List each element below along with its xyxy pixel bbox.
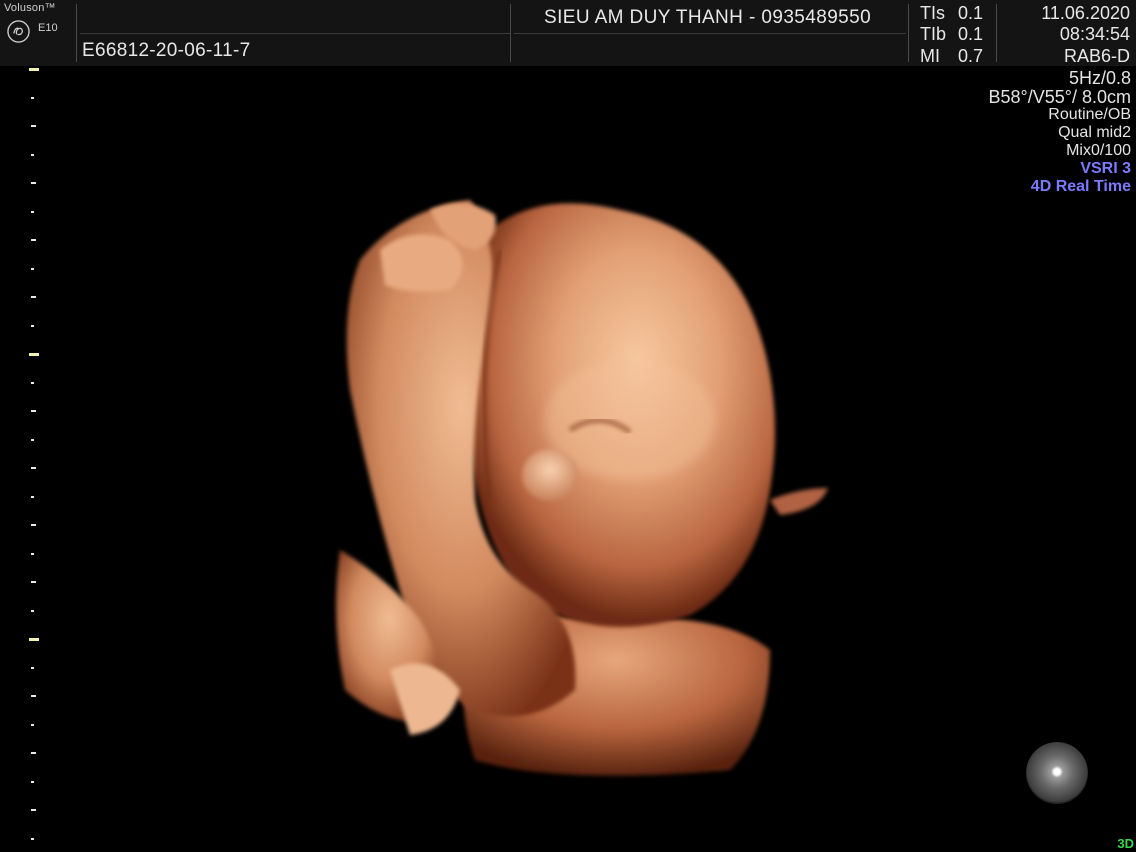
ruler-tick	[31, 524, 36, 526]
ruler-tick	[31, 125, 36, 127]
ruler-tick	[31, 296, 36, 298]
exam-date: 11.06.2020	[1041, 3, 1130, 23]
frequency-readout: 5Hz/0.8	[1068, 68, 1131, 88]
quality-readout: Qual mid2	[1058, 124, 1131, 141]
ruler-tick	[31, 723, 34, 726]
ruler-tick	[29, 353, 39, 356]
index-label-mi: MI	[920, 46, 940, 66]
mode-readout: 4D Real Time	[1030, 178, 1131, 195]
header-divider	[76, 4, 77, 62]
ruler-tick	[31, 267, 34, 270]
exam-time: 08:34:54	[1059, 24, 1130, 44]
ruler-tick	[31, 153, 34, 156]
ruler-tick	[31, 695, 36, 697]
ruler-tick	[29, 68, 39, 71]
mix-readout: Mix0/100	[1066, 142, 1131, 159]
vsri-readout: VSRI 3	[1080, 160, 1131, 177]
ruler-tick	[31, 837, 34, 840]
model-name: E10	[38, 22, 58, 34]
ruler-tick	[31, 581, 36, 583]
ultrasound-screen: Voluson™ E10 E66812-20-06-11-7 SIEU AM D…	[0, 0, 1136, 852]
ruler-tick	[31, 324, 34, 327]
fetal-3d-render	[336, 200, 828, 776]
ruler-tick	[31, 552, 34, 555]
ge-logo-icon	[7, 20, 30, 43]
header-divider	[80, 33, 510, 34]
preset-readout: Routine/OB	[1048, 106, 1131, 123]
render-mode-label: 3D	[1117, 836, 1134, 851]
index-value-tib: 0.1	[958, 24, 984, 44]
ruler-tick	[31, 210, 34, 213]
header-divider	[996, 4, 997, 62]
header-bar: Voluson™ E10 E66812-20-06-11-7 SIEU AM D…	[0, 0, 1136, 66]
index-label-tib: TIb	[920, 24, 947, 44]
ruler-tick	[31, 96, 34, 99]
probe-name: RAB6-D	[1063, 46, 1130, 66]
angle-depth-readout: B58°/V55°/ 8.0cm	[988, 87, 1131, 107]
ruler-tick	[31, 381, 34, 384]
ruler-tick	[31, 809, 36, 811]
ruler-tick	[31, 410, 36, 412]
header-divider	[514, 33, 906, 34]
ruler-tick	[31, 609, 34, 612]
ruler-tick	[31, 752, 36, 754]
index-value-tis: 0.1	[958, 3, 984, 23]
clinic-name: SIEU AM DUY THANH - 0935489550	[544, 7, 872, 28]
brand-name: Voluson™	[4, 2, 56, 14]
ruler-tick	[31, 438, 34, 441]
ruler-tick	[31, 666, 34, 669]
ruler-tick	[31, 495, 34, 498]
ruler-tick	[31, 467, 36, 469]
index-value-mi: 0.7	[958, 46, 984, 66]
header-divider	[908, 4, 909, 62]
ruler-tick	[31, 182, 36, 184]
patient-id: E66812-20-06-11-7	[82, 40, 251, 61]
index-label-tis: TIs	[920, 3, 945, 23]
depth-ruler	[28, 66, 42, 852]
ruler-tick	[31, 780, 34, 783]
header-divider	[510, 4, 511, 62]
orientation-ball-icon	[1026, 742, 1088, 804]
ruler-tick	[31, 239, 36, 241]
ruler-tick	[29, 638, 39, 641]
